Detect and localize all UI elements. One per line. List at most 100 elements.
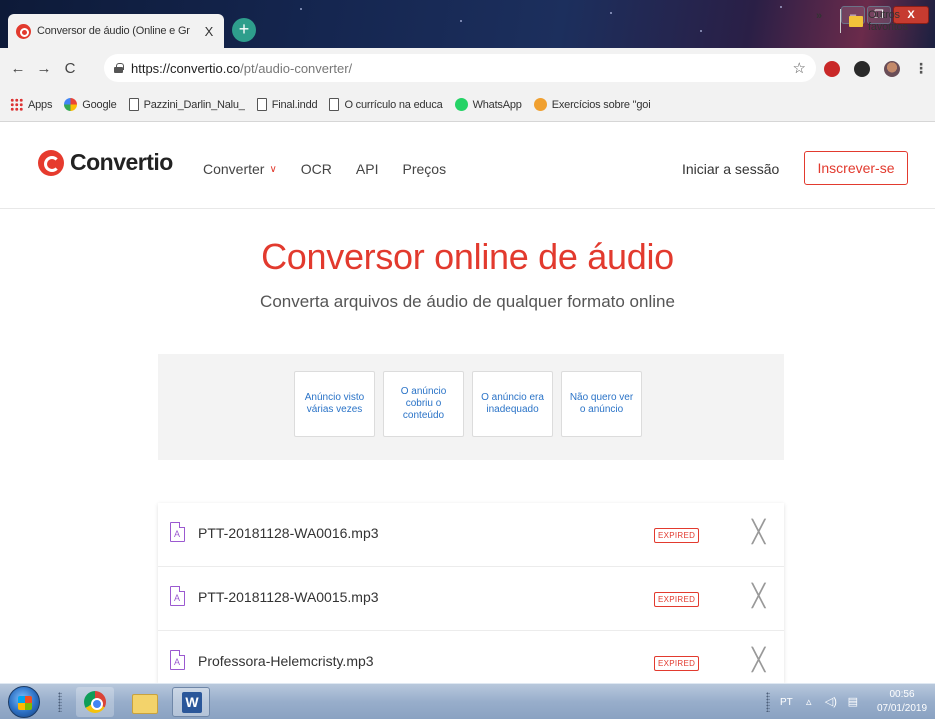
remove-file-close-icon[interactable]: ╳ [752,583,765,609]
forward-arrow-icon[interactable]: → [34,60,54,77]
extension-shield-icon[interactable] [824,60,840,77]
site-header: Convertio Converter ∨ OCR API Preços Inic… [0,123,935,209]
bookmark-label: Apps [28,98,53,111]
page-icon [256,98,267,111]
file-row: A PTT-20181128-WA0015.mp3 EXPIRED ╳ [158,567,784,631]
bookmark-label: Outros favoritos [868,9,908,33]
network-icon[interactable]: ▤ [847,696,859,708]
bookmark-exercicios[interactable]: Exercícios sobre "goi [533,98,651,111]
bookmark-label: Google [82,98,117,111]
new-tab-button[interactable]: + [232,18,256,42]
tab-close-icon[interactable]: X [202,24,216,39]
chevron-down-icon: ∨ [269,163,277,175]
bookmarks-bar: Apps Google Pazzini_Darlin_Nalu_ Final.i… [0,88,935,122]
extension-icons: ⋮ [824,60,928,77]
reload-icon[interactable]: C [60,60,80,77]
page-icon [329,98,340,111]
file-name: PTT-20181128-WA0016.mp3 [198,525,379,541]
tab-title: Conversor de áudio (Online e Gr [37,25,190,37]
extension-dark-icon[interactable] [854,60,870,77]
file-name: Professora-Helemcristy.mp3 [198,653,374,669]
nav-prices[interactable]: Preços [403,161,447,177]
bookmarks-overflow-chevron-icon[interactable]: » [816,10,822,22]
back-arrow-icon[interactable]: ← [8,60,28,77]
ad-feedback-inappropriate[interactable]: O anúncio era inadequado [472,371,553,437]
nav-ocr[interactable]: OCR [301,161,332,177]
bookmark-curriculo[interactable]: O currículo na educa [329,98,443,111]
ad-feedback-seen-many-times[interactable]: Anúncio visto várias vezes [294,371,375,437]
bookmark-apps[interactable]: Apps [10,98,52,111]
url-host: https://convertio.co [131,60,241,76]
start-button-windows-icon[interactable] [8,686,40,718]
nav-converter-label: Converter [203,161,265,177]
lock-icon [114,63,124,73]
file-name: PTT-20181128-WA0015.mp3 [198,589,379,605]
folder-icon [849,15,863,27]
status-badge: EXPIRED [654,592,700,607]
ad-feedback-options: Anúncio visto várias vezes O anúncio cob… [294,371,642,437]
bookmark-label: Final.indd [271,98,318,111]
bookmark-label: Pazzini_Darlin_Nalu_ [143,98,245,111]
bookmark-other-favorites[interactable]: Outros favoritos [840,9,935,33]
address-bar[interactable]: https://convertio.co/pt/audio-converter/… [104,54,816,82]
system-tray: PT ▵ ◁) ▤ [774,684,859,719]
hand-icon [533,98,547,111]
browser-toolbar: ← → C https://convertio.co/pt/audio-conv… [0,48,935,88]
bookmark-final-indd[interactable]: Final.indd [256,98,318,111]
clock-time: 00:56 [889,689,915,700]
ad-feedback-covered-content[interactable]: O anúncio cobriu o conteúdo [383,371,464,437]
browser-tab-active[interactable]: Conversor de áudio (Online e Gr X [8,14,224,48]
page-icon [128,98,139,111]
nav-converter[interactable]: Converter ∨ [203,161,277,177]
bookmark-whatsapp[interactable]: WhatsApp [454,98,522,111]
profile-avatar-icon[interactable] [884,60,900,77]
main-nav: Converter ∨ OCR API Preços [203,161,446,177]
bookmark-label: WhatsApp [472,98,522,111]
browser-menu-icon[interactable]: ⋮ [914,60,928,77]
bookmark-pazzini[interactable]: Pazzini_Darlin_Nalu_ [128,98,245,111]
taskbar-chrome-icon[interactable] [76,687,114,717]
file-row: A PTT-20181128-WA0016.mp3 EXPIRED ╳ [158,503,784,567]
file-icon-letter: A [174,657,181,667]
volume-icon[interactable]: ◁) [825,696,837,708]
signup-button[interactable]: Inscrever-se [804,151,908,185]
windows-taskbar: PT ▵ ◁) ▤ 00:56 07/01/2019 [0,683,935,719]
brand-logo-link[interactable]: Convertio [38,149,173,176]
apps-grid-icon [10,98,23,111]
nav-api[interactable]: API [356,161,379,177]
taskbar-word-icon[interactable] [172,687,210,717]
status-badge: EXPIRED [654,656,700,671]
bookmark-label: Exercícios sobre "goi [551,98,651,111]
login-link[interactable]: Iniciar a sessão [682,161,779,177]
file-icon-letter: A [174,529,181,539]
audio-file-icon: A [170,521,186,542]
remove-file-close-icon[interactable]: ╳ [752,519,765,545]
file-row: A Professora-Helemcristy.mp3 EXPIRED ╳ [158,631,784,683]
status-badge: EXPIRED [654,528,700,543]
remove-file-close-icon[interactable]: ╳ [752,647,765,673]
url-path: /pt/audio-converter/ [240,60,353,76]
audio-file-icon: A [170,585,186,606]
brand-name: Convertio [70,149,173,175]
bookmark-google[interactable]: Google [64,98,117,111]
google-icon [64,98,78,111]
taskbar-grip-icon [58,692,62,712]
file-list: A PTT-20181128-WA0016.mp3 EXPIRED ╳ A PT… [158,503,784,683]
ad-feedback-dont-want[interactable]: Não quero ver o anúncio [561,371,642,437]
whatsapp-icon [454,98,468,111]
file-icon-letter: A [174,593,181,603]
ad-feedback-panel: Anúncio visto várias vezes O anúncio cob… [158,354,784,460]
clock-date: 07/01/2019 [876,703,928,714]
show-hidden-icons-chevron-icon[interactable]: ▵ [803,696,815,708]
page-subtitle: Converta arquivos de áudio de qualquer f… [260,292,675,311]
tray-grip-icon [766,692,770,712]
bookmark-star-icon[interactable]: ☆ [793,59,806,77]
convertio-favicon-icon [16,23,31,39]
language-indicator[interactable]: PT [780,697,793,708]
browser-titlebar: Conversor de áudio (Online e Gr X + – ❐ … [0,0,935,48]
bookmark-label: O currículo na educa [344,98,443,111]
url-text: https://convertio.co/pt/audio-converter/ [131,61,352,76]
taskbar-explorer-icon[interactable] [124,687,162,717]
taskbar-clock[interactable]: 00:56 07/01/2019 [872,688,932,716]
page-title: Conversor online de áudio [261,236,674,277]
